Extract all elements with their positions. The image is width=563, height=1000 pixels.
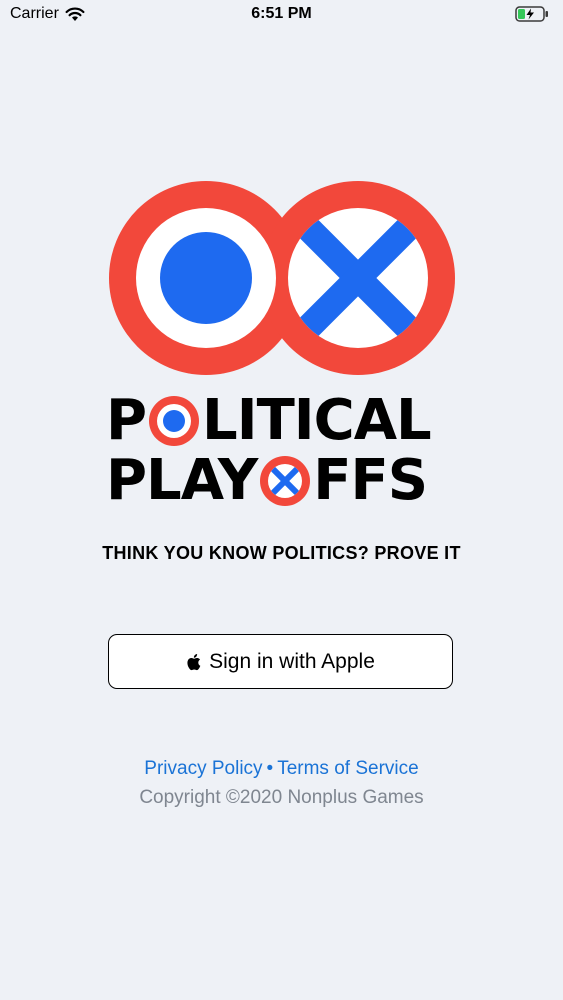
target-o-icon (149, 396, 200, 446)
sign-in-with-apple-label: Sign in with Apple (209, 649, 375, 673)
status-time: 6:51 PM (251, 5, 312, 22)
wordmark-ffs: FFS (313, 448, 428, 513)
sign-in-with-apple-button[interactable]: Sign in with Apple (108, 634, 453, 689)
wordmark-litical: LITICAL (202, 388, 432, 453)
legal-links: Privacy Policy • Terms of Service (0, 758, 563, 780)
wordmark-line-1: P LITICAL (106, 388, 432, 453)
wordmark: P LITICAL PLAY FFS (106, 392, 458, 514)
logo-mark (109, 181, 455, 375)
status-bar: Carrier 6:51 PM (0, 0, 563, 30)
wordmark-play: PLAY (106, 448, 258, 513)
terms-of-service-link[interactable]: Terms of Service (277, 758, 418, 779)
tagline: THINK YOU KNOW POLITICS? PROVE IT (102, 543, 461, 563)
target-x-icon (260, 456, 311, 506)
copyright-text: Copyright ©2020 Nonplus Games (139, 787, 424, 808)
link-separator: • (266, 758, 274, 779)
privacy-policy-link[interactable]: Privacy Policy (144, 758, 262, 779)
wordmark-line-2: PLAY FFS (106, 448, 428, 513)
wordmark-p: P (106, 388, 147, 453)
battery-charging-icon (515, 6, 548, 22)
apple-logo-icon (187, 653, 201, 670)
